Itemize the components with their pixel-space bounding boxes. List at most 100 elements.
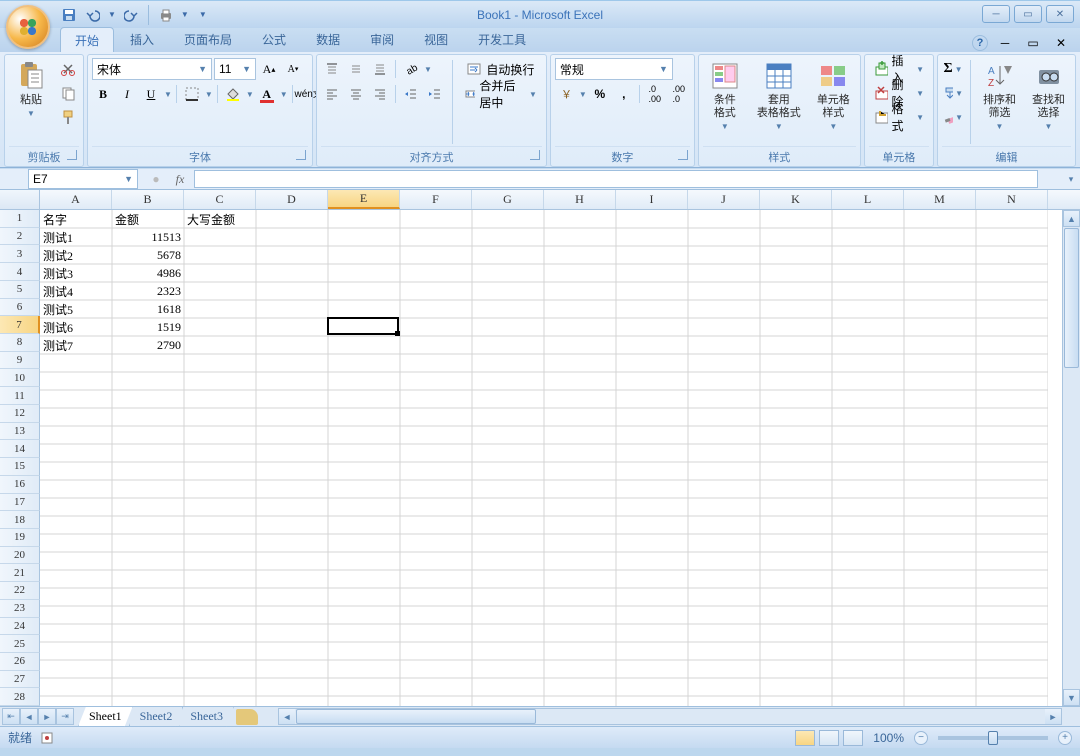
cell-A8[interactable]: 测试7 [40,336,112,354]
row-header-16[interactable]: 16 [0,476,40,494]
zoom-percent[interactable]: 100% [873,731,904,745]
next-sheet-icon[interactable]: ► [38,708,56,725]
decrease-decimal-icon[interactable]: .00.0 [668,83,690,105]
redo-icon[interactable] [122,6,140,24]
increase-decimal-icon[interactable]: .0.00 [644,83,666,105]
cell-B7[interactable]: 1519 [112,318,184,336]
select-all-corner[interactable] [0,190,40,209]
close-button[interactable]: ✕ [1046,5,1074,23]
fill-icon[interactable]: ▼ [942,82,964,104]
vscroll-thumb[interactable] [1064,228,1079,368]
row-header-4[interactable]: 4 [0,263,40,281]
row-header-18[interactable]: 18 [0,511,40,529]
copy-icon[interactable] [57,82,79,104]
row-header-7[interactable]: 7 [0,316,40,334]
cell-A2[interactable]: 测试1 [40,228,112,246]
row-header-21[interactable]: 21 [0,564,40,582]
col-header-A[interactable]: A [40,190,112,209]
name-box[interactable]: E7▼ [28,169,138,189]
border-icon[interactable] [181,83,203,105]
decrease-indent-icon[interactable] [400,83,422,105]
quick-print-icon[interactable] [157,6,175,24]
expand-formula-bar-icon[interactable]: ▾ [1062,174,1080,185]
conditional-format-button[interactable]: 条件格式▼ [703,58,747,133]
col-header-C[interactable]: C [184,190,256,209]
col-header-B[interactable]: B [112,190,184,209]
last-sheet-icon[interactable]: ⇥ [56,708,74,725]
format-table-button[interactable]: 套用 表格格式▼ [751,58,807,133]
row-header-14[interactable]: 14 [0,440,40,458]
doc-restore-button[interactable]: ▭ [1022,32,1044,54]
ribbon-tab-6[interactable]: 视图 [410,27,462,52]
alignment-launcher[interactable] [530,150,540,160]
sheet-tab-Sheet1[interactable]: Sheet1 [78,707,133,727]
row-header-22[interactable]: 22 [0,582,40,600]
row-header-1[interactable]: 1 [0,210,40,228]
find-select-button[interactable]: 查找和 选择▼ [1026,58,1071,133]
row-header-24[interactable]: 24 [0,618,40,636]
fx-icon[interactable]: fx [170,170,190,188]
row-header-3[interactable]: 3 [0,245,40,263]
cell-A7[interactable]: 测试6 [40,318,112,336]
prev-sheet-icon[interactable]: ◄ [20,708,38,725]
row-header-2[interactable]: 2 [0,228,40,246]
page-layout-view-icon[interactable] [819,730,839,746]
scroll-right-icon[interactable]: ► [1045,709,1061,724]
align-center-icon[interactable] [345,83,367,105]
grow-font-icon[interactable]: A▴ [258,58,280,80]
bold-icon[interactable]: B [92,83,114,105]
font-name-combo[interactable]: 宋体▼ [92,58,212,80]
align-middle-icon[interactable] [345,58,367,80]
ribbon-tab-4[interactable]: 数据 [302,27,354,52]
cell-B2[interactable]: 11513 [112,228,184,246]
col-header-N[interactable]: N [976,190,1048,209]
hscroll-thumb[interactable] [296,709,536,724]
scroll-left-icon[interactable]: ◄ [279,709,295,724]
sheet-tab-Sheet3[interactable]: Sheet3 [179,707,234,727]
ribbon-tab-0[interactable]: 开始 [60,27,114,52]
row-header-8[interactable]: 8 [0,334,40,352]
cell-B3[interactable]: 5678 [112,246,184,264]
cell-A3[interactable]: 测试2 [40,246,112,264]
clear-icon[interactable]: ▼ [942,106,964,128]
undo-icon[interactable] [84,6,102,24]
comma-icon[interactable]: , [613,83,635,105]
first-sheet-icon[interactable]: ⇤ [2,708,20,725]
cell-B6[interactable]: 1618 [112,300,184,318]
cell-C1[interactable]: 大写金额 [184,210,256,228]
orientation-icon[interactable]: ab [400,58,422,80]
format-painter-icon[interactable] [57,106,79,128]
cell-B8[interactable]: 2790 [112,336,184,354]
col-header-G[interactable]: G [472,190,544,209]
row-header-6[interactable]: 6 [0,299,40,317]
row-header-13[interactable]: 13 [0,423,40,441]
increase-indent-icon[interactable] [424,83,446,105]
cell-A4[interactable]: 测试3 [40,264,112,282]
row-header-19[interactable]: 19 [0,529,40,547]
row-header-25[interactable]: 25 [0,635,40,653]
zoom-in-icon[interactable]: + [1058,731,1072,745]
cells-area[interactable]: 名字金额大写金额测试111513测试25678测试34986测试42323测试5… [40,210,1080,706]
col-header-F[interactable]: F [400,190,472,209]
save-icon[interactable] [60,6,78,24]
col-header-D[interactable]: D [256,190,328,209]
percent-icon[interactable]: % [589,83,611,105]
col-header-M[interactable]: M [904,190,976,209]
row-header-15[interactable]: 15 [0,458,40,476]
align-bottom-icon[interactable] [369,58,391,80]
accounting-format-icon[interactable]: ￥ [555,83,577,105]
zoom-slider[interactable] [938,736,1048,740]
number-format-combo[interactable]: 常规▼ [555,58,673,80]
cell-A1[interactable]: 名字 [40,210,112,228]
cut-icon[interactable] [57,58,79,80]
row-header-11[interactable]: 11 [0,387,40,405]
formula-input[interactable] [194,170,1038,188]
paste-button[interactable]: 粘贴 ▼ [9,58,53,120]
clipboard-launcher[interactable] [67,150,77,160]
vertical-scrollbar[interactable]: ▲ ▼ [1062,210,1080,706]
doc-minimize-button[interactable]: ─ [994,32,1016,54]
ribbon-tab-5[interactable]: 审阅 [356,27,408,52]
row-header-5[interactable]: 5 [0,281,40,299]
ribbon-tab-1[interactable]: 插入 [116,27,168,52]
font-color-icon[interactable]: A [256,83,278,105]
